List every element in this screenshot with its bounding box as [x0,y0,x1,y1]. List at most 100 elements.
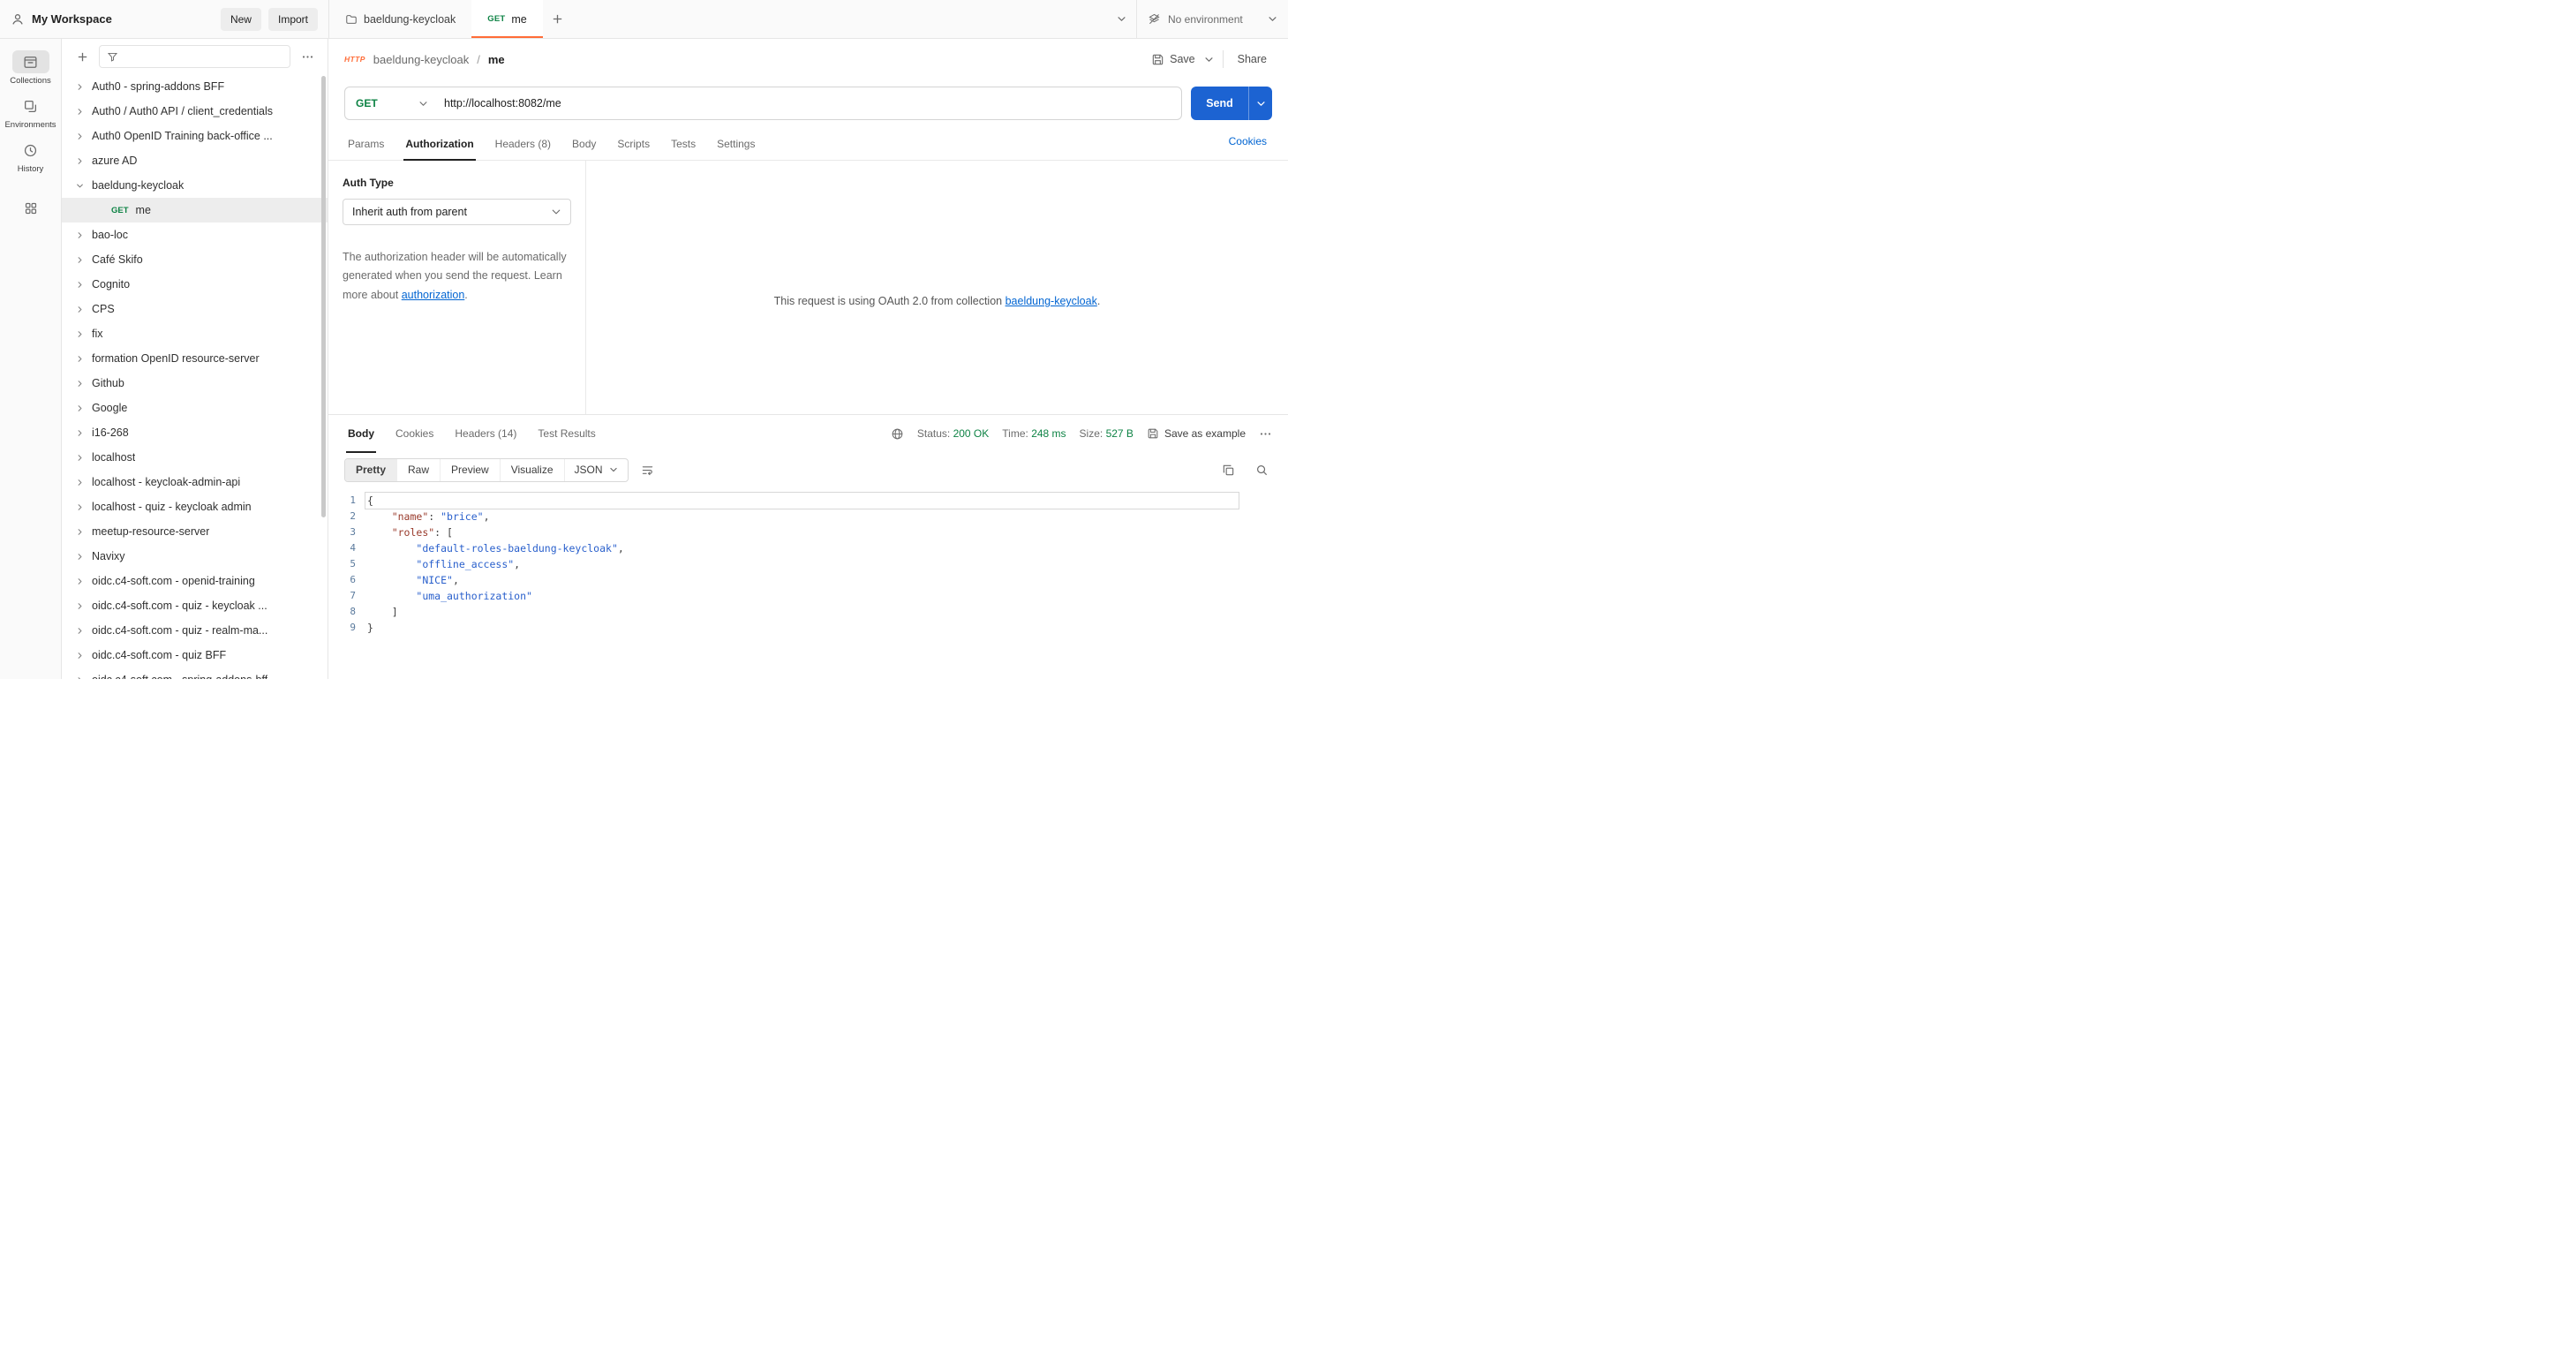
code-line[interactable]: "NICE", [365,572,1239,588]
tree-item-label: localhost [92,451,136,464]
save-as-example-button[interactable]: Save as example [1147,427,1246,440]
code-column[interactable]: { "name": "brice", "roles": [ "default-r… [365,493,1288,679]
code-line[interactable]: "name": "brice", [365,509,1239,524]
tab-collection[interactable]: baeldung-keycloak [329,0,471,38]
tree-collection-localhost[interactable]: localhost [62,445,328,470]
tree-collection-auth0-auth0-api-client-credentials[interactable]: Auth0 / Auth0 API / client_credentials [62,99,328,124]
tree-collection-navixy[interactable]: Navixy [62,544,328,569]
request-tab-tests[interactable]: Tests [662,127,704,160]
request-tab-body[interactable]: Body [563,127,605,160]
save-icon [1147,427,1159,440]
request-tab-params[interactable]: Params [339,127,393,160]
rail-item-environments[interactable]: Environments [0,90,61,134]
tree-collection-auth0-spring-addons-bff[interactable]: Auth0 - spring-addons BFF [62,74,328,99]
response-body-editor: 1 2 3 4 5 6 7 8 9 { "name": "brice", "roles": [ … [328,487,1288,679]
code-line[interactable]: "uma_authorization" [365,588,1239,604]
time-badge: Time: 248 ms [1002,427,1066,440]
tree-collection-bao-loc[interactable]: bao-loc [62,223,328,247]
request-tab-settings[interactable]: Settings [708,127,764,160]
auth-info-text: This request is using OAuth 2.0 from col… [774,295,1101,307]
sidebar-scrollbar[interactable] [321,76,326,517]
code-line[interactable]: ] [365,604,1239,620]
chevron-right-icon [74,380,85,388]
tree-collection-localhost-keycloak-admin-api[interactable]: localhost - keycloak-admin-api [62,470,328,494]
url-input[interactable] [439,87,1181,119]
save-button[interactable]: Save [1151,53,1195,66]
tree-collection-formation-openid-resource-server[interactable]: formation OpenID resource-server [62,346,328,371]
tree-collection-oidc-c4-soft-com-quiz-realm-ma[interactable]: oidc.c4-soft.com - quiz - realm-ma... [62,618,328,643]
cookies-link[interactable]: Cookies [1229,135,1276,147]
search-response-button[interactable] [1251,459,1272,480]
tree-collection-baeldung-keycloak[interactable]: baeldung-keycloak [62,173,328,198]
request-tab-headers-8[interactable]: Headers (8) [486,127,560,160]
tree-collection-meetup-resource-server[interactable]: meetup-resource-server [62,519,328,544]
code-line[interactable]: } [365,620,1239,636]
code-line[interactable]: "offline_access", [365,556,1239,572]
tree-collection-localhost-quiz-keycloak-admin[interactable]: localhost - quiz - keycloak admin [62,494,328,519]
auth-info-before: This request is using OAuth 2.0 from col… [773,295,1006,307]
rail-item-collections[interactable]: Collections [0,46,61,90]
tree-collection-auth0-openid-training-back-office[interactable]: Auth0 OpenID Training back-office ... [62,124,328,148]
view-mode-raw[interactable]: Raw [397,458,441,481]
tab-request[interactable]: GET me [471,0,543,38]
workspace-name[interactable]: My Workspace [32,12,112,26]
tree-collection-fix[interactable]: fix [62,321,328,346]
chevron-right-icon [74,652,85,660]
tree-collection-google[interactable]: Google [62,396,328,420]
code-line[interactable]: "roles": [ [365,524,1239,540]
new-button[interactable]: New [220,7,261,31]
tree-collection-oidc-c4-soft-com-openid-training[interactable]: oidc.c4-soft.com - openid-training [62,569,328,593]
tree-collection-github[interactable]: Github [62,371,328,396]
code-line[interactable]: { [365,493,1239,509]
code-line[interactable]: "default-roles-baeldung-keycloak", [365,540,1239,556]
size-label: Size: [1079,427,1103,440]
http-request-icon: HTTP [344,55,365,64]
network-info-button[interactable] [891,427,904,441]
view-mode-pretty[interactable]: Pretty [345,458,398,481]
breadcrumb-collection[interactable]: baeldung-keycloak [373,53,469,66]
method-select[interactable]: GET [345,87,439,119]
breadcrumb-request-name[interactable]: me [488,53,505,66]
rail-item-history[interactable]: History [0,134,61,178]
tree-collection-azure-ad[interactable]: azure AD [62,148,328,173]
view-mode-preview[interactable]: Preview [441,458,501,481]
request-tab-scripts[interactable]: Scripts [608,127,659,160]
sidebar-search-input[interactable] [99,45,290,68]
tree-collection-cps[interactable]: CPS [62,297,328,321]
rail-configure-button[interactable] [0,192,61,224]
share-button[interactable]: Share [1232,49,1272,69]
tree-item-label: oidc.c4-soft.com - openid-training [92,575,255,587]
chevron-right-icon [74,132,85,140]
request-tab-authorization[interactable]: Authorization [396,127,482,161]
response-tab-test-results[interactable]: Test Results [529,415,604,452]
tree-item-label: oidc.c4-soft.com - quiz - keycloak ... [92,600,267,612]
tree-collection-i16-268[interactable]: i16-268 [62,420,328,445]
add-collection-button[interactable] [72,47,92,66]
import-button[interactable]: Import [267,7,318,31]
copy-button[interactable] [1217,459,1239,480]
view-mode-visualize[interactable]: Visualize [501,458,565,481]
tree-collection-caf-skifo[interactable]: Café Skifo [62,247,328,272]
tree-collection-oidc-c4-soft-com-quiz-bff[interactable]: oidc.c4-soft.com - quiz BFF [62,643,328,668]
environment-selector[interactable]: No environment [1136,0,1288,38]
response-tab-body[interactable]: Body [339,415,383,453]
auth-type-select[interactable]: Inherit auth from parent [343,199,571,225]
tree-collection-oidc-c4-soft-com-quiz-keycloak[interactable]: oidc.c4-soft.com - quiz - keycloak ... [62,593,328,618]
response-more-options-button[interactable] [1259,427,1272,441]
response-tab-headers-14[interactable]: Headers (14) [446,415,525,452]
save-options-chevron[interactable] [1204,55,1214,64]
tree-item-label: baeldung-keycloak [92,179,185,192]
tree-collection-cognito[interactable]: Cognito [62,272,328,297]
response-tab-cookies[interactable]: Cookies [387,415,442,452]
new-tab-button[interactable] [543,0,573,38]
send-button[interactable]: Send [1191,87,1272,120]
wrap-text-button[interactable] [637,459,659,480]
format-select[interactable]: JSON [565,459,628,481]
tab-overflow-button[interactable] [1106,0,1136,38]
auth-collection-link[interactable]: baeldung-keycloak [1006,295,1097,307]
authorization-link[interactable]: authorization [402,289,465,301]
sidebar-more-options-button[interactable] [298,47,317,66]
tree-request-me[interactable]: GET me [62,198,328,223]
send-options-chevron[interactable] [1248,87,1272,120]
tree-collection-oidc-c4-soft-com-spring-addons-bff[interactable]: oidc.c4-soft.com - spring-addons-bff [62,668,328,679]
